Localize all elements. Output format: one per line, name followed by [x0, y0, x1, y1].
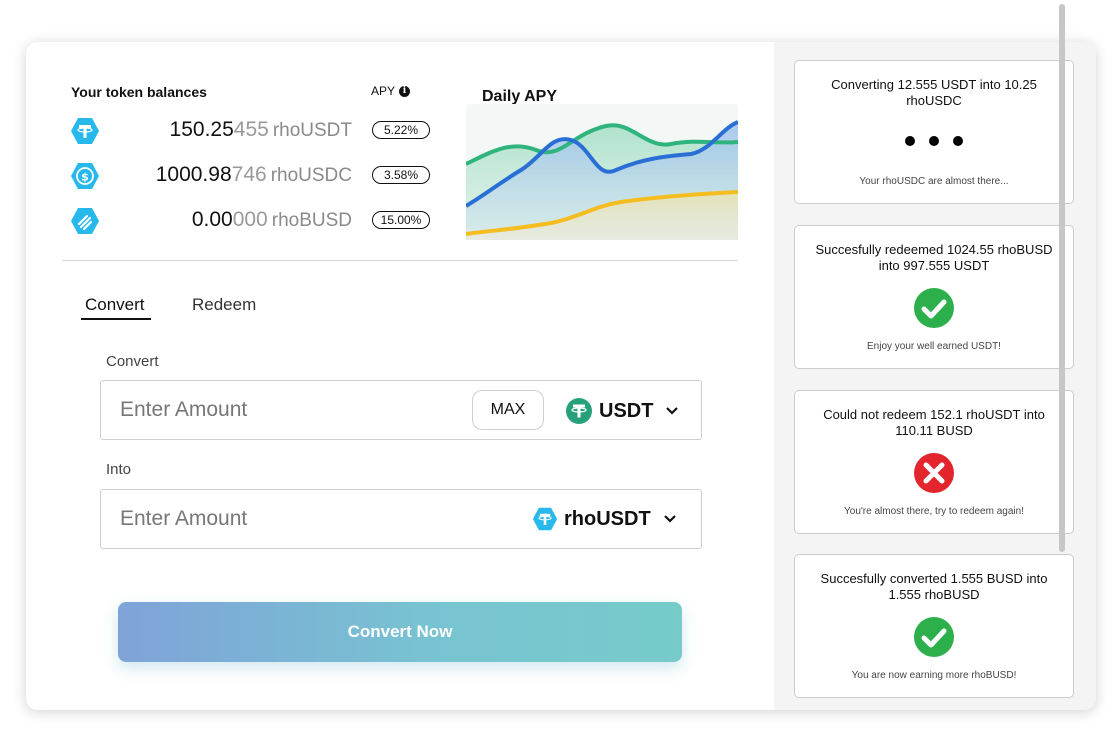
notification-icon-wrap: [795, 122, 1073, 146]
convert-amount-input[interactable]: Enter Amount: [120, 398, 247, 422]
daily-apy-chart: [466, 104, 738, 240]
balances-title: Your token balances: [71, 84, 207, 100]
svg-text:$: $: [81, 171, 89, 184]
notification-status: You're almost there, try to redeem again…: [844, 506, 1024, 517]
section-divider: [62, 260, 738, 261]
balance-row-rhousdc: $ 1000.98746 rhoUSDC 3.58%: [70, 161, 430, 191]
apy-badge: 15.00%: [372, 211, 430, 229]
into-field-label: Into: [106, 461, 132, 478]
error-x-icon: [914, 453, 954, 493]
into-amount-input[interactable]: Enter Amount: [120, 507, 247, 531]
apy-badge: 3.58%: [372, 166, 430, 184]
success-check-icon: [914, 617, 954, 657]
notification-status: Enjoy your well earned USDT!: [867, 341, 1001, 352]
info-icon[interactable]: i: [399, 85, 411, 97]
notification-status: Your rhoUSDC are almost there...: [859, 176, 1009, 187]
rhousdt-icon: [532, 507, 558, 531]
amount-main: 150.25: [169, 118, 234, 141]
balance-amount: 0.00000 rhoBUSD: [192, 208, 352, 232]
chevron-down-icon: [663, 515, 676, 523]
convert-amount-field[interactable]: Enter Amount MAX USDT: [100, 380, 702, 440]
into-amount-field[interactable]: Enter Amount rhoUSDT: [100, 489, 702, 549]
notification-message: Could not redeem 152.1 rhoUSDT into 110.…: [823, 407, 1045, 438]
balance-row-rhousdt: 150.25455 rhoUSDT 5.22%: [70, 116, 430, 146]
notification-status: You are now earning more rhoBUSD!: [851, 670, 1017, 681]
amount-main: 1000.98: [155, 163, 232, 186]
rhousdt-icon: [71, 118, 99, 144]
notification-icon-wrap: [795, 287, 1073, 329]
main-card: Your token balances APY i 150.25455 rhoUS…: [26, 42, 1096, 710]
notification-icon-wrap: [795, 452, 1073, 494]
notification-icon-wrap: [795, 616, 1073, 658]
usdt-icon: [566, 398, 592, 424]
notifications-scrollbar[interactable]: [1059, 4, 1065, 552]
amount-rest: 000: [232, 208, 268, 231]
notification-message: Succesfully redeemed 1024.55 rhoBUSD int…: [815, 242, 1053, 273]
chevron-down-icon: [666, 407, 679, 415]
token-symbol: rhoUSDC: [270, 165, 352, 186]
balance-row-rhobusd: 0.00000 rhoBUSD 15.00%: [70, 206, 430, 236]
converter-panel: Your token balances APY i 150.25455 rhoUS…: [26, 42, 774, 710]
from-token-select[interactable]: USDT: [565, 397, 679, 425]
rhousdc-icon: $: [71, 163, 99, 189]
active-tab-underline: [81, 318, 151, 320]
notification-card: Converting 12.555 USDT into 10.25 rhoUSD…: [794, 60, 1074, 204]
convert-now-button[interactable]: Convert Now: [118, 602, 682, 662]
notifications-panel: Converting 12.555 USDT into 10.25 rhoUSD…: [774, 42, 1096, 710]
token-symbol: rhoBUSD: [271, 210, 352, 231]
amount-main: 0.00: [191, 208, 233, 231]
into-token-select[interactable]: rhoUSDT: [532, 506, 677, 532]
from-token-label: USDT: [599, 399, 654, 422]
rhobusd-icon: [71, 208, 99, 234]
balance-amount: 1000.98746 rhoUSDC: [156, 163, 352, 187]
into-token-label: rhoUSDT: [564, 507, 651, 530]
notification-card: Succesfully redeemed 1024.55 rhoBUSD int…: [794, 225, 1074, 369]
convert-field-label: Convert: [106, 353, 159, 370]
apy-header-label: APY: [371, 84, 396, 98]
tab-convert[interactable]: Convert: [85, 295, 145, 315]
max-button[interactable]: MAX: [472, 390, 544, 430]
notification-card: Succesfully converted 1.555 BUSD into 1.…: [794, 554, 1074, 698]
amount-rest: 455: [233, 118, 269, 141]
notification-card: Could not redeem 152.1 rhoUSDT into 110.…: [794, 390, 1074, 534]
amount-rest: 746: [231, 163, 267, 186]
tab-redeem[interactable]: Redeem: [192, 295, 256, 315]
notification-message: Converting 12.555 USDT into 10.25 rhoUSD…: [831, 77, 1037, 108]
notification-message: Succesfully converted 1.555 BUSD into 1.…: [820, 571, 1048, 602]
balance-amount: 150.25455 rhoUSDT: [170, 118, 352, 142]
apy-badge: 5.22%: [372, 121, 430, 139]
token-symbol: rhoUSDT: [272, 120, 352, 141]
success-check-icon: [914, 288, 954, 328]
loading-dots-icon: [905, 136, 963, 146]
apy-header: APY i: [371, 84, 411, 98]
